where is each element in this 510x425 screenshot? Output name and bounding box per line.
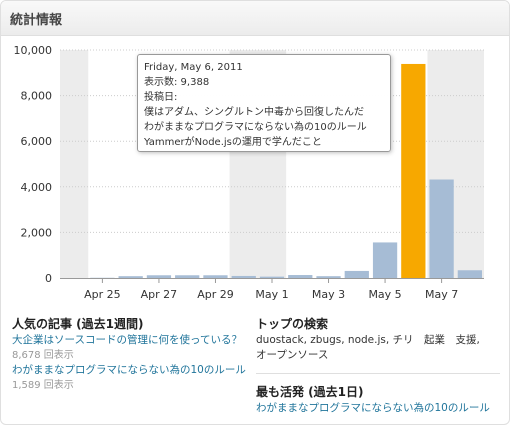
y-tick-label: 0: [45, 272, 52, 285]
popular-post-views: 1,589 回表示: [12, 380, 74, 391]
tooltip-date: Friday, May 6, 2011: [144, 62, 243, 73]
y-tick-label: 6,000: [21, 135, 53, 148]
most-active-title: 最も活発 (過去1日): [256, 385, 364, 399]
x-tick-label: May 1: [255, 288, 288, 300]
chart-bar: [344, 270, 369, 278]
top-searches-section: トップの検索 duostack, zbugs, node.js, チリ 起業 支…: [256, 316, 500, 363]
popular-post-views: 8,678 回表示: [12, 350, 74, 361]
chart-tooltip: Friday, May 6, 2011 表示数: 9,388 投稿日: 僕はアダ…: [137, 54, 391, 152]
chart-bar: [118, 276, 143, 278]
x-tick-label: Apr 29: [197, 288, 234, 300]
chart-bar: [429, 179, 454, 278]
x-tick-label: Apr 27: [141, 288, 178, 300]
chart-bar: [259, 276, 285, 278]
y-tick-label: 4,000: [21, 181, 53, 194]
section-divider: [256, 373, 500, 374]
tooltip-posts-label: 投稿日:: [144, 92, 178, 103]
most-active-link[interactable]: わがままなプログラマにならない為の10のルール: [256, 401, 500, 416]
top-searches-title: トップの検索: [256, 317, 329, 331]
popular-post-link[interactable]: 大企業はソースコードの管理に何を使っている？: [12, 333, 250, 348]
weekend-band: [60, 50, 89, 278]
popular-post-link[interactable]: わがままなプログラマにならない為の10のルール: [12, 363, 252, 378]
y-tick-label: 2,000: [21, 226, 53, 239]
tooltip-post: わがままなプログラマにならない為の10のルール: [144, 122, 367, 133]
tooltip-views: 表示数: 9,388: [144, 77, 210, 88]
y-tick-label: 8,000: [21, 90, 53, 103]
tooltip-post: 僕はアダム、シングルトン中毒から回復したんだ: [144, 107, 364, 118]
popular-posts-section: 人気の記事 (過去1週間) 大企業はソースコードの管理に何を使っている？ 8,6…: [12, 316, 252, 393]
chart-bar: [175, 275, 200, 278]
x-tick-label: May 5: [368, 288, 401, 300]
chart-bar: [401, 63, 426, 278]
popular-posts-title: 人気の記事 (過去1週間): [12, 317, 144, 331]
most-active-section: 最も活発 (過去1日) わがままなプログラマにならない為の10のルール: [256, 384, 500, 416]
chart-bar: [288, 275, 313, 278]
tooltip-post: YammerがNode.jsの運用で学んだこと: [144, 137, 322, 148]
chart-bar: [203, 275, 228, 278]
x-tick-label: Apr 25: [84, 288, 121, 300]
chart-bar: [146, 275, 172, 278]
search-terms: duostack, zbugs, node.js, チリ 起業 支援, オープン…: [256, 334, 480, 361]
chart-bar: [231, 275, 256, 278]
chart-bar: [372, 242, 398, 278]
x-tick-label: May 7: [425, 288, 458, 300]
x-tick-label: May 3: [312, 288, 345, 300]
chart-bar: [457, 270, 482, 278]
chart-bar: [316, 276, 341, 278]
y-tick-label: 10,000: [14, 44, 53, 57]
